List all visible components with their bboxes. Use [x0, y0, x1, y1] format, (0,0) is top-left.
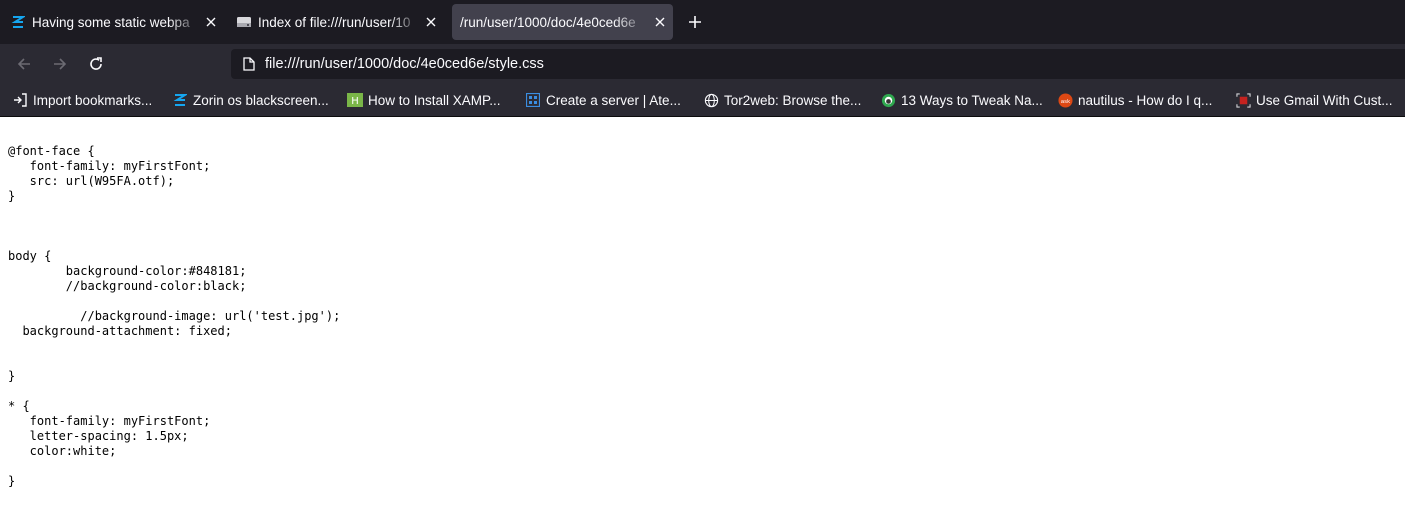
- bookmark-label: nautilus - How do I q...: [1078, 92, 1213, 108]
- bookmark-label: 13 Ways to Tweak Na...: [901, 92, 1043, 108]
- bookmark-label: How to Install XAMP...: [368, 92, 501, 108]
- zorin-logo-icon: [172, 92, 188, 108]
- globe-icon: [703, 92, 719, 108]
- bookmark-label: Import bookmarks...: [33, 92, 153, 108]
- close-icon[interactable]: [651, 13, 669, 31]
- arrow-right-icon: [54, 58, 67, 70]
- bookmark-import[interactable]: Import bookmarks...: [12, 91, 152, 109]
- tab-title: Index of file:///run/user/10: [258, 14, 411, 30]
- askubuntu-icon: ask: [1057, 92, 1073, 108]
- forward-button[interactable]: [48, 52, 72, 76]
- bookmark-zorin-blackscreen[interactable]: Zorin os blackscreen...: [172, 91, 329, 109]
- bookmark-gmail-custom[interactable]: Use Gmail With Cust...: [1235, 91, 1393, 109]
- close-icon[interactable]: [422, 13, 440, 31]
- url-text[interactable]: file:///run/user/1000/doc/4e0ced6e/style…: [265, 56, 544, 72]
- reload-button[interactable]: [84, 52, 108, 76]
- svg-text:H: H: [351, 96, 359, 107]
- tab-style-css[interactable]: /run/user/1000/doc/4e0ced6e: [452, 4, 673, 40]
- page-content: @font-face { font-family: myFirstFont; s…: [0, 118, 1405, 523]
- page-icon: [241, 56, 257, 72]
- bookmark-install-xampp[interactable]: H How to Install XAMP...: [347, 91, 501, 109]
- plus-icon: [689, 16, 701, 28]
- xampp-icon: H: [347, 92, 363, 108]
- bookmark-label: Zorin os blackscreen...: [193, 92, 329, 108]
- bookmark-label: Create a server | Ate...: [546, 92, 681, 108]
- bookmark-nautilus-askubuntu[interactable]: ask nautilus - How do I q...: [1057, 91, 1212, 109]
- bookmark-create-server[interactable]: Create a server | Ate...: [525, 91, 681, 109]
- css-source-text: @font-face { font-family: myFirstFont; s…: [8, 144, 341, 488]
- bookmark-label: Tor2web: Browse the...: [724, 92, 862, 108]
- bookmark-tweak-nautilus[interactable]: 13 Ways to Tweak Na...: [880, 91, 1043, 109]
- tab-title: /run/user/1000/doc/4e0ced6e: [460, 14, 636, 30]
- tab-strip: Having some static webpa Index of file:/…: [0, 0, 1405, 44]
- tab-index-of-file[interactable]: Index of file:///run/user/10: [226, 4, 444, 40]
- site-icon: [880, 92, 896, 108]
- zorin-logo-icon: [10, 14, 26, 30]
- tab-title: Having some static webpa: [32, 14, 190, 30]
- arrow-left-icon: [17, 58, 30, 70]
- svg-text:ask: ask: [1060, 98, 1070, 104]
- tab-having-static-webpage[interactable]: Having some static webpa: [0, 4, 224, 40]
- reload-icon: [90, 57, 102, 70]
- new-tab-button[interactable]: [683, 10, 707, 34]
- back-button[interactable]: [12, 52, 36, 76]
- close-icon[interactable]: [202, 13, 220, 31]
- bookmarks-toolbar: Import bookmarks... Zorin os blackscreen…: [0, 84, 1405, 117]
- gmail-icon: [1235, 92, 1251, 108]
- import-icon: [12, 92, 28, 108]
- drive-icon: [236, 14, 252, 30]
- server-icon: [525, 92, 541, 108]
- url-bar[interactable]: file:///run/user/1000/doc/4e0ced6e/style…: [231, 49, 1405, 79]
- bookmark-label: Use Gmail With Cust...: [1256, 92, 1393, 108]
- navigation-toolbar: file:///run/user/1000/doc/4e0ced6e/style…: [0, 44, 1405, 84]
- bookmark-tor2web[interactable]: Tor2web: Browse the...: [703, 91, 861, 109]
